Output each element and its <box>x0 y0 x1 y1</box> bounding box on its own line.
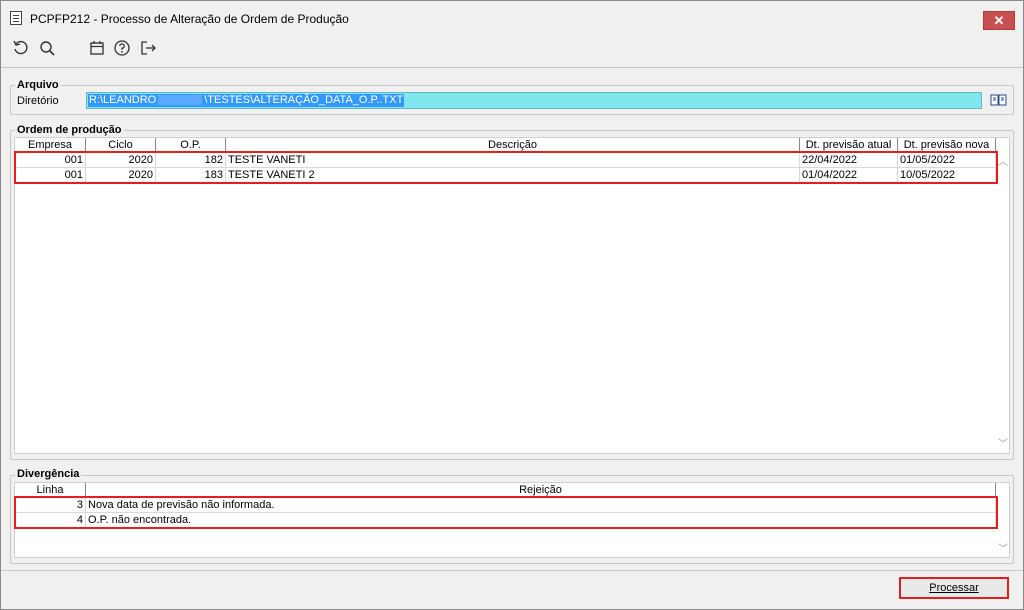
ordem-grid[interactable]: Empresa Ciclo O.P. Descrição Dt. previsã… <box>14 137 1010 454</box>
table-cell[interactable]: TESTE VANETI <box>226 153 800 168</box>
table-cell[interactable]: O.P. não encontrada. <box>86 513 996 528</box>
search-icon[interactable] <box>36 38 58 58</box>
col-header-empresa[interactable]: Empresa <box>15 138 86 152</box>
help-icon[interactable] <box>111 38 133 58</box>
arquivo-title: Arquivo <box>15 79 61 91</box>
table-cell[interactable]: 3 <box>15 498 86 513</box>
table-cell[interactable]: 2020 <box>86 168 156 183</box>
toolbar <box>1 32 1023 62</box>
table-cell[interactable]: 01/04/2022 <box>800 168 898 183</box>
exit-icon[interactable] <box>137 38 159 58</box>
directory-path-selection: R:\LEANDRO \TESTES\ALTERAÇÃO_DATA_O.P..TX… <box>88 94 405 107</box>
close-button[interactable]: ✕ <box>983 11 1015 30</box>
diretorio-label: Diretório <box>17 95 59 107</box>
title-bar: PCPFP212 - Processo de Alteração de Orde… <box>1 1 1023 32</box>
col-header-dt-atual[interactable]: Dt. previsão atual <box>800 138 898 152</box>
redacted-segment <box>158 95 203 106</box>
browse-folder-button[interactable] <box>987 90 1011 110</box>
browse-icon <box>990 94 1007 106</box>
table-cell[interactable]: 4 <box>15 513 86 528</box>
processar-button[interactable]: Processar <box>899 577 1009 599</box>
col-header-rejeicao[interactable]: Rejeição <box>86 483 996 497</box>
table-cell[interactable]: 2020 <box>86 153 156 168</box>
toolbar-divider <box>1 67 1023 68</box>
path-prefix: R:\LEANDRO <box>89 94 157 106</box>
directory-input[interactable]: R:\LEANDRO \TESTES\ALTERAÇÃO_DATA_O.P..TX… <box>86 92 982 109</box>
scroll-up-icon[interactable]: ︿ <box>997 158 1009 168</box>
refresh-icon[interactable] <box>10 38 32 58</box>
ordem-title: Ordem de produção <box>15 124 124 136</box>
divergencia-title: Divergência <box>15 468 82 480</box>
document-icon <box>10 11 22 25</box>
calendar-icon[interactable] <box>86 38 108 58</box>
table-cell[interactable]: 01/05/2022 <box>898 153 996 168</box>
table-cell[interactable]: 183 <box>156 168 226 183</box>
processar-label: Processar <box>929 582 979 594</box>
col-header-dt-nova[interactable]: Dt. previsão nova <box>898 138 996 152</box>
table-cell[interactable]: 182 <box>156 153 226 168</box>
footer-divider <box>1 570 1023 571</box>
col-header-linha[interactable]: Linha <box>15 483 86 497</box>
divergencia-grid[interactable]: Linha Rejeição 3 Nova data de previsão n… <box>14 482 1010 558</box>
col-header-descricao[interactable]: Descrição <box>226 138 800 152</box>
table-cell[interactable]: TESTE VANETI 2 <box>226 168 800 183</box>
col-header-op[interactable]: O.P. <box>156 138 226 152</box>
table-cell[interactable]: 001 <box>15 153 86 168</box>
scroll-down-icon[interactable]: ﹀ <box>997 440 1009 450</box>
table-cell[interactable]: 10/05/2022 <box>898 168 996 183</box>
path-suffix: \TESTES\ALTERAÇÃO_DATA_O.P..TXT <box>204 94 404 106</box>
scroll-down-icon[interactable]: ﹀ <box>997 545 1009 555</box>
col-header-ciclo[interactable]: Ciclo <box>86 138 156 152</box>
table-cell[interactable]: 001 <box>15 168 86 183</box>
main-window: PCPFP212 - Processo de Alteração de Orde… <box>0 0 1024 610</box>
table-cell[interactable]: 22/04/2022 <box>800 153 898 168</box>
window-title: PCPFP212 - Processo de Alteração de Orde… <box>30 12 349 26</box>
table-cell[interactable]: Nova data de previsão não informada. <box>86 498 996 513</box>
